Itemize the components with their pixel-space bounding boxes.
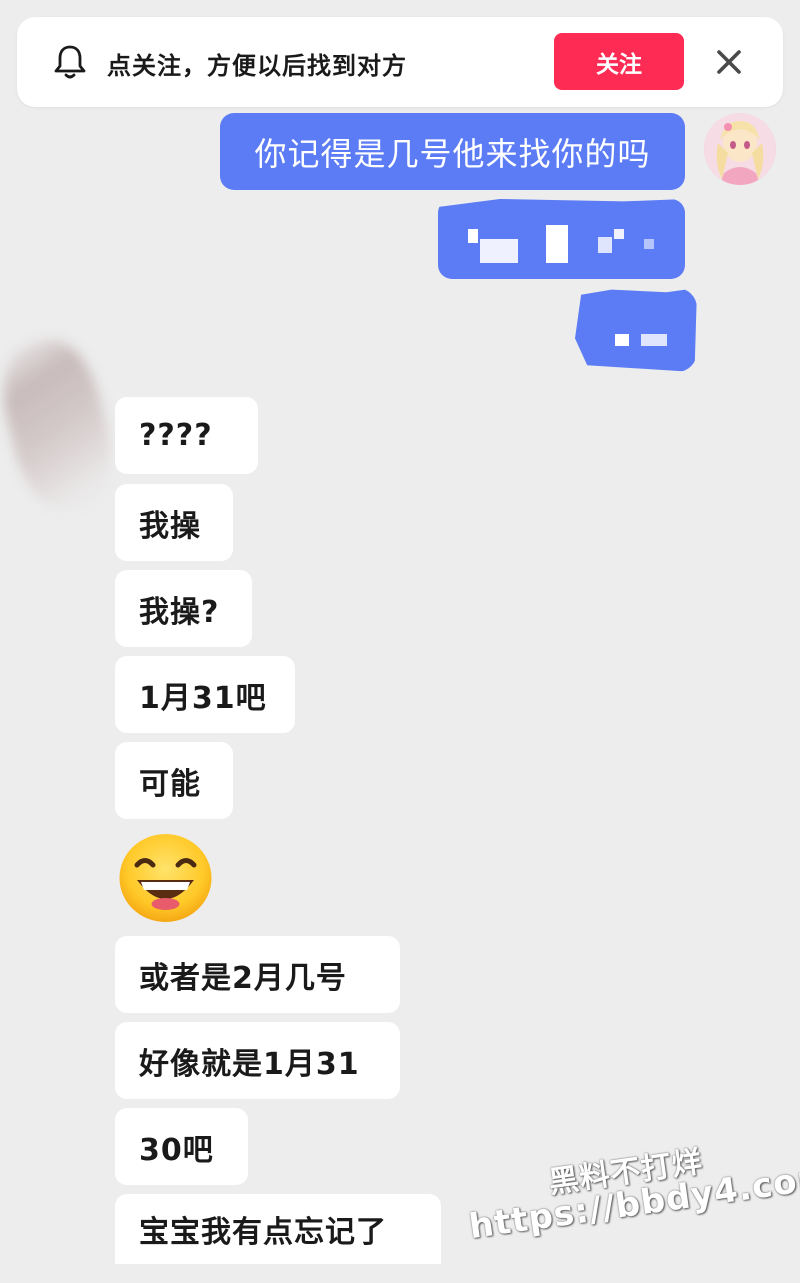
incoming-message[interactable]: 30吧 [115,1108,248,1185]
outgoing-message[interactable]: 你记得是几号他来找你的吗 [220,113,685,190]
follow-banner: 点关注，方便以后找到对方 关注 [17,17,783,107]
redaction-pixel [480,239,518,263]
redaction-pixel [614,229,624,239]
follow-button[interactable]: 关注 [554,33,684,90]
avatar[interactable] [704,113,776,185]
watermark-url: https://bbdy4.com [466,1156,800,1248]
watermark-title: 黑料不打烊 [546,1144,706,1201]
outgoing-message-redacted[interactable] [438,199,685,279]
redaction-pixel [641,334,667,346]
redaction-pixel [644,239,654,249]
avatar-image [704,113,776,185]
grinning-face-emoji[interactable] [117,832,214,924]
close-icon[interactable] [714,47,744,77]
peer-avatar[interactable] [0,331,125,519]
bell-icon [54,45,86,79]
incoming-message[interactable]: 或者是2月几号 [115,936,400,1013]
redaction-pixel [468,229,478,243]
incoming-message[interactable]: 宝宝我有点忘记了 [115,1194,441,1264]
incoming-message[interactable]: 可能 [115,742,233,819]
chat-screen: 点关注，方便以后找到对方 关注 你记得是几号他来找你的吗 ???? 我操 我操?… [0,0,800,1283]
redaction-pixel [546,225,568,263]
incoming-message[interactable]: ???? [115,397,258,474]
follow-prompt-text: 点关注，方便以后找到对方 [107,52,407,80]
incoming-message[interactable]: 我操? [115,570,252,647]
incoming-message[interactable]: 我操 [115,484,233,561]
incoming-message[interactable]: 1月31吧 [115,656,295,733]
incoming-message[interactable]: 好像就是1月31 [115,1022,400,1099]
redaction-pixel [615,334,629,346]
outgoing-message-redacted[interactable] [575,288,697,372]
watermark: 黑料不打烊 https://bbdy4.com [460,1113,800,1269]
redaction-pixel [598,237,612,253]
